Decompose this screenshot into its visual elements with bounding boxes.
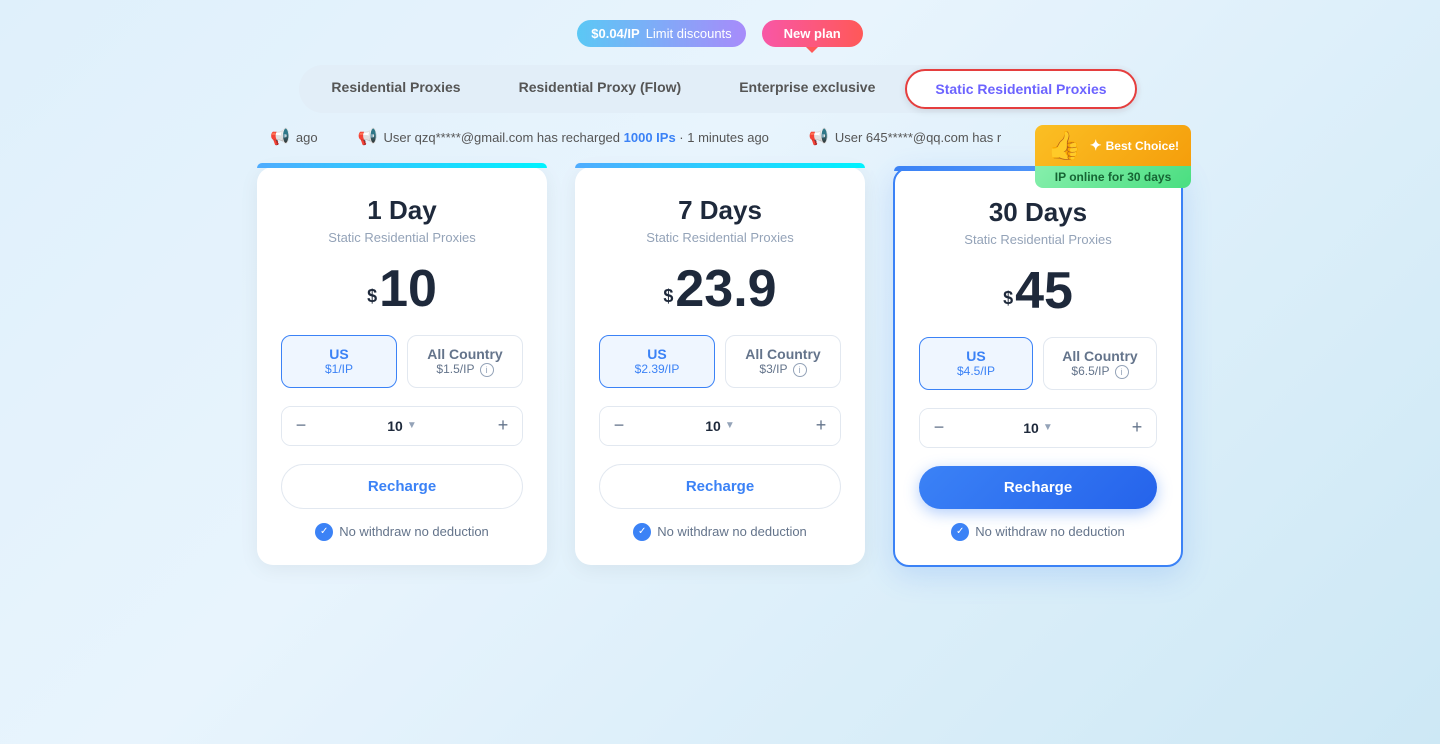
allcountry-btn-1day[interactable]: All Country $1.5/IP i [407, 335, 523, 388]
stepper-chevron-7days[interactable]: ▼ [725, 420, 735, 431]
allcountry-label-7days: All Country [734, 346, 832, 362]
quantity-stepper-1day: − 10 ▼ + [281, 406, 523, 446]
stepper-minus-1day[interactable]: − [282, 407, 320, 445]
recharge-btn-7days[interactable]: Recharge [599, 464, 841, 509]
stepper-plus-1day[interactable]: + [484, 407, 522, 445]
price-amount-7days: 23.9 [675, 263, 776, 315]
plan-card-7days: 7 Days Static Residential Proxies $ 23.9… [575, 167, 865, 565]
activity-item-2: 📢 User qzq*****@gmail.com has recharged … [358, 127, 769, 147]
us-btn-30days[interactable]: US $4.5/IP [919, 337, 1033, 390]
info-icon-30days[interactable]: i [1115, 365, 1129, 379]
no-deduction-1day: ✓ No withdraw no deduction [281, 523, 523, 541]
recharge-btn-30days[interactable]: Recharge [919, 466, 1157, 509]
tab-navigation: Residential Proxies Residential Proxy (F… [299, 65, 1140, 113]
us-label-1day: US [290, 346, 388, 362]
stepper-chevron-30days[interactable]: ▼ [1043, 422, 1053, 433]
us-price-30days: $4.5/IP [928, 364, 1024, 378]
plan-title-7days: 7 Days [599, 195, 841, 226]
activity-icon-1: 📢 [270, 127, 290, 147]
country-selector-30days: US $4.5/IP All Country $6.5/IP i [919, 337, 1157, 390]
no-deduction-7days: ✓ No withdraw no deduction [599, 523, 841, 541]
stepper-display-7days: 10 ▼ [638, 418, 802, 434]
newplan-badge[interactable]: New plan [762, 20, 863, 47]
allcountry-price-7days: $3/IP i [734, 362, 832, 377]
tab-static-residential[interactable]: Static Residential Proxies [905, 69, 1136, 109]
stepper-plus-7days[interactable]: + [802, 407, 840, 445]
discount-badge[interactable]: $0.04/IP Limit discounts [577, 20, 745, 47]
recharge-btn-1day[interactable]: Recharge [281, 464, 523, 509]
plan-price-1day: $ 10 [281, 263, 523, 315]
price-amount-1day: 10 [379, 263, 437, 315]
info-icon-1day[interactable]: i [480, 363, 494, 377]
stepper-minus-30days[interactable]: − [920, 409, 958, 447]
allcountry-price-30days: $6.5/IP i [1052, 364, 1148, 379]
stepper-minus-7days[interactable]: − [600, 407, 638, 445]
stepper-chevron-1day[interactable]: ▼ [407, 420, 417, 431]
page-wrapper: $0.04/IP Limit discounts New plan Reside… [0, 0, 1440, 744]
plan-price-30days: $ 45 [919, 265, 1157, 317]
stepper-display-30days: 10 ▼ [958, 420, 1118, 436]
quantity-stepper-30days: − 10 ▼ + [919, 408, 1157, 448]
allcountry-btn-7days[interactable]: All Country $3/IP i [725, 335, 841, 388]
plan-price-7days: $ 23.9 [599, 263, 841, 315]
activity-item-3: 📢 User 645*****@qq.com has r [809, 127, 1001, 147]
price-dollar-1day: $ [367, 286, 377, 307]
discount-label: Limit discounts [646, 26, 732, 41]
tab-enterprise[interactable]: Enterprise exclusive [711, 69, 903, 109]
country-selector-7days: US $2.39/IP All Country $3/IP i [599, 335, 841, 388]
plan-title-1day: 1 Day [281, 195, 523, 226]
activity-icon-3: 📢 [809, 127, 829, 147]
no-deduction-label-7days: No withdraw no deduction [657, 524, 807, 539]
check-icon-7days: ✓ [633, 523, 651, 541]
best-choice-badge: 👍 ✦ Best Choice! IP online for 30 days [1035, 125, 1191, 188]
plan-subtitle-1day: Static Residential Proxies [281, 230, 523, 245]
us-price-7days: $2.39/IP [608, 362, 706, 376]
thumb-icon: 👍 [1047, 129, 1082, 162]
star-icon: ✦ [1090, 137, 1102, 154]
no-deduction-label-1day: No withdraw no deduction [339, 524, 489, 539]
stepper-display-1day: 10 ▼ [320, 418, 484, 434]
us-btn-1day[interactable]: US $1/IP [281, 335, 397, 388]
plan-card-30days: 👍 ✦ Best Choice! IP online for 30 days 3… [893, 167, 1183, 567]
us-label-30days: US [928, 348, 1024, 364]
allcountry-price-1day: $1.5/IP i [416, 362, 514, 377]
no-deduction-label-30days: No withdraw no deduction [975, 524, 1125, 539]
check-icon-1day: ✓ [315, 523, 333, 541]
plan-card-1day: 1 Day Static Residential Proxies $ 10 US… [257, 167, 547, 565]
best-choice-sub: IP online for 30 days [1035, 166, 1191, 188]
discount-price: $0.04/IP [591, 26, 639, 41]
stepper-value-30days: 10 [1023, 420, 1039, 436]
price-dollar-7days: $ [663, 286, 673, 307]
allcountry-label-1day: All Country [416, 346, 514, 362]
stepper-value-7days: 10 [705, 418, 721, 434]
price-dollar-30days: $ [1003, 288, 1013, 309]
activity-item-1: 📢 ago [270, 127, 318, 147]
us-price-1day: $1/IP [290, 362, 388, 376]
info-icon-7days[interactable]: i [793, 363, 807, 377]
newplan-label: New plan [784, 26, 841, 41]
allcountry-btn-30days[interactable]: All Country $6.5/IP i [1043, 337, 1157, 390]
tab-residential-flow[interactable]: Residential Proxy (Flow) [491, 69, 710, 109]
check-icon-30days: ✓ [951, 523, 969, 541]
us-btn-7days[interactable]: US $2.39/IP [599, 335, 715, 388]
plan-subtitle-30days: Static Residential Proxies [919, 232, 1157, 247]
quantity-stepper-7days: − 10 ▼ + [599, 406, 841, 446]
country-selector-1day: US $1/IP All Country $1.5/IP i [281, 335, 523, 388]
best-choice-text: Best Choice! [1106, 139, 1179, 153]
stepper-plus-30days[interactable]: + [1118, 409, 1156, 447]
plan-subtitle-7days: Static Residential Proxies [599, 230, 841, 245]
tab-residential[interactable]: Residential Proxies [303, 69, 488, 109]
stepper-value-1day: 10 [387, 418, 403, 434]
us-label-7days: US [608, 346, 706, 362]
no-deduction-30days: ✓ No withdraw no deduction [919, 523, 1157, 541]
plan-title-30days: 30 Days [919, 197, 1157, 228]
best-choice-label: 👍 ✦ Best Choice! [1035, 125, 1191, 166]
cards-container: 1 Day Static Residential Proxies $ 10 US… [237, 167, 1203, 567]
price-amount-30days: 45 [1015, 265, 1073, 317]
allcountry-label-30days: All Country [1052, 348, 1148, 364]
promo-badges: $0.04/IP Limit discounts New plan [577, 20, 863, 47]
activity-icon-2: 📢 [358, 127, 378, 147]
